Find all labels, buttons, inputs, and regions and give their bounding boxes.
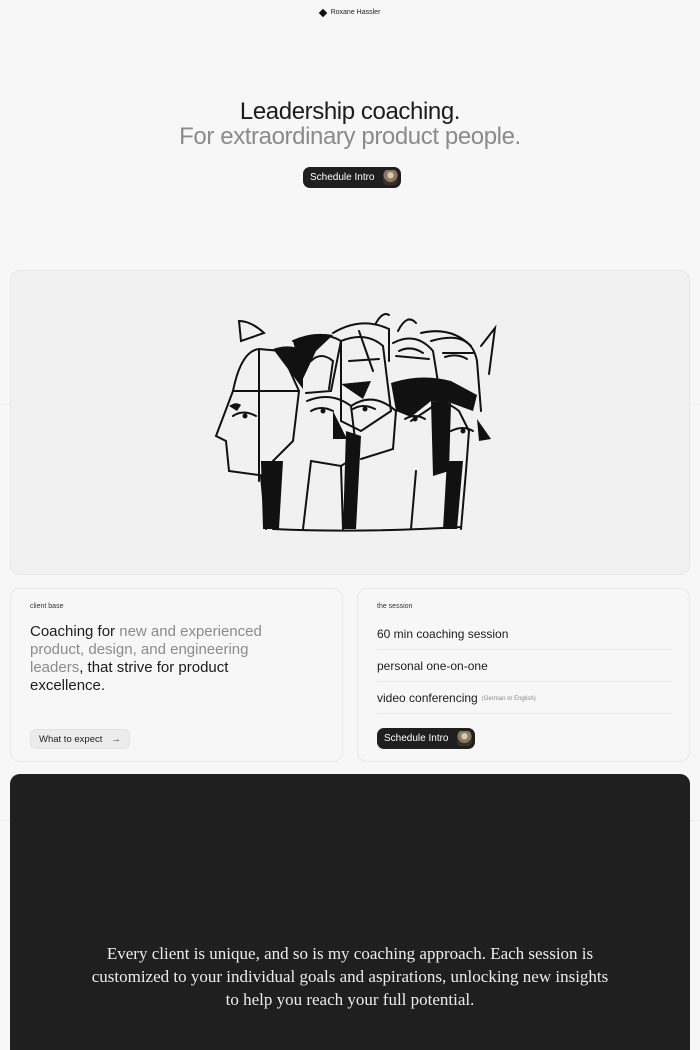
what-to-expect-button[interactable]: What to expect → — [30, 729, 130, 749]
client-base-card: client base Coaching for new and experie… — [10, 588, 343, 762]
client-text-part1: Coaching for — [30, 623, 116, 640]
schedule-intro-button[interactable]: Schedule Intro — [377, 728, 475, 749]
client-base-text: Coaching for new and experienced product… — [30, 623, 300, 695]
brand-name: Roxane Hassler — [330, 9, 381, 16]
schedule-intro-label: Schedule Intro — [384, 733, 449, 744]
session-item: personal one-on-one — [377, 650, 672, 682]
schedule-intro-label: Schedule Intro — [310, 172, 375, 183]
client-base-label: client base — [30, 603, 64, 610]
session-item: video conferencing (German or English) — [377, 682, 672, 714]
language-note: (German or English) — [481, 696, 536, 702]
diamond-icon — [318, 8, 327, 17]
what-to-expect-label: What to expect — [39, 733, 103, 745]
illustration-card — [10, 270, 690, 575]
session-item: 60 min coaching session — [377, 618, 672, 650]
session-item-text: 60 min coaching session — [377, 626, 509, 641]
session-label: the session — [377, 603, 413, 610]
faces-illustration — [214, 313, 497, 532]
session-item-text: video conferencing — [377, 690, 478, 705]
hero-subtitle: For extraordinary product people. — [179, 123, 521, 150]
session-card: the session 60 min coaching session pers… — [357, 588, 690, 762]
avatar — [382, 170, 398, 185]
arrow-right-icon: → — [111, 733, 121, 745]
avatar — [456, 731, 472, 746]
approach-section: Every client is unique, and so is my coa… — [10, 774, 690, 1050]
schedule-intro-button[interactable]: Schedule Intro — [303, 167, 401, 188]
approach-quote: Every client is unique, and so is my coa… — [91, 944, 609, 1009]
hero-title: Leadership coaching. — [239, 98, 461, 125]
session-item-text: personal one-on-one — [377, 658, 488, 673]
brand-header[interactable]: Roxane Hassler — [0, 8, 700, 17]
